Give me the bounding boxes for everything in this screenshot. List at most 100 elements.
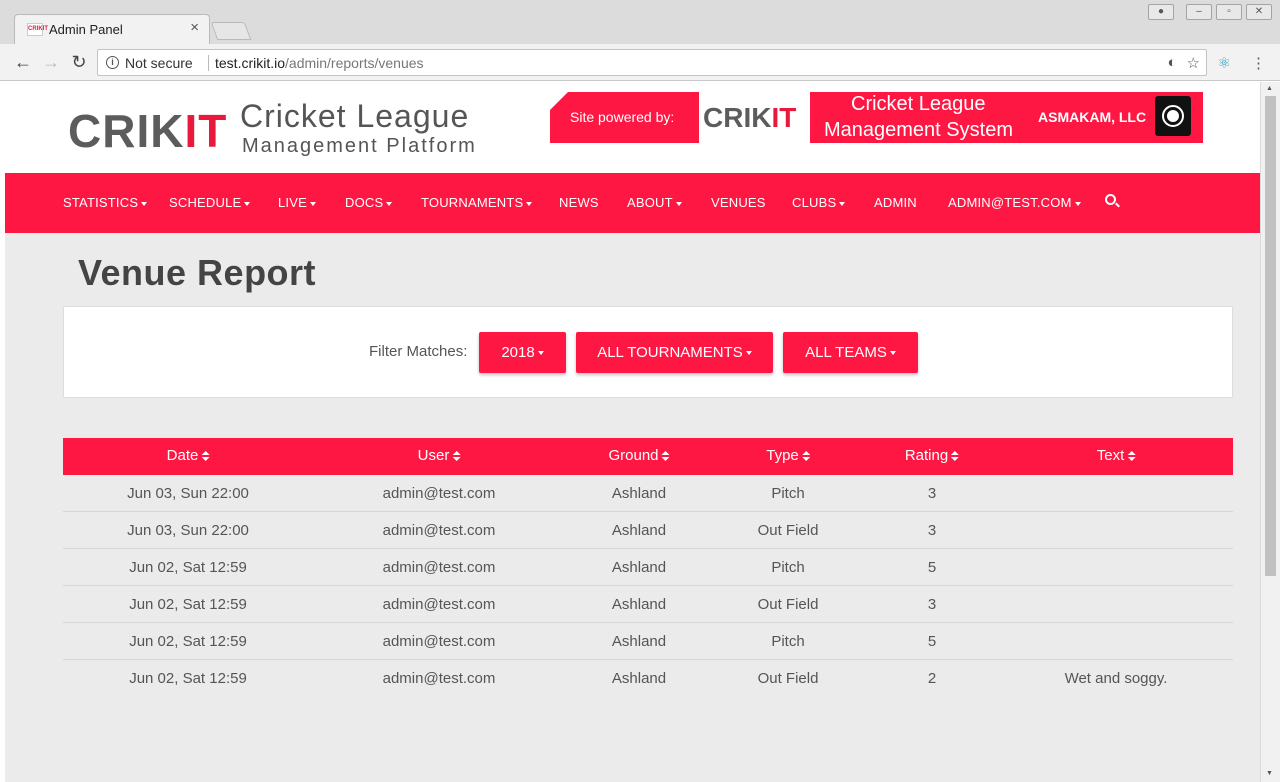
sort-icon [452,450,461,462]
chip-dot [1162,105,1184,127]
url-text[interactable]: test.crikit.io/admin/reports/venues [215,55,424,71]
scrollbar-thumb[interactable] [1265,96,1276,576]
banner-system-section: Cricket League Management System ASMAKAM… [810,92,1203,143]
caret-down-icon [889,351,896,356]
bookmark-star-icon[interactable]: ☆ [1187,54,1200,72]
nav-live[interactable]: LIVE [278,195,316,210]
cell-date: Jun 02, Sat 12:59 [129,596,247,613]
cell-user: admin@test.com [382,522,496,539]
info-icon[interactable]: i [106,56,119,69]
favicon-icon: CRIKIT [27,23,48,36]
caret-down-icon [537,351,544,356]
blocked-content-icon[interactable]: ◐ [1167,54,1176,72]
caret-down-icon [1074,201,1081,206]
security-label[interactable]: Not secure [125,55,193,71]
scroll-down-icon[interactable]: ▼ [1266,770,1273,777]
nav-statistics[interactable]: STATISTICS [63,195,148,210]
banner-logo-section: CRIKIT [699,92,810,143]
banner-line2: Management System [824,119,1013,141]
caret-down-icon [386,201,393,206]
cell-rating: 3 [927,485,937,502]
venue-report-table: Date User Ground Type Rating Text Jun 03… [63,438,1233,697]
caret-down-icon [309,201,316,206]
logo-title: Cricket League [240,98,470,134]
nav-news[interactable]: NEWS [559,195,599,210]
sort-icon [201,450,210,462]
omnibox-actions: ◐ ☆ [1167,54,1200,72]
cell-user: admin@test.com [382,596,496,613]
cell-type: Pitch [771,559,805,576]
chip-icon [1155,96,1191,136]
column-type[interactable]: Type [766,447,810,464]
page-scrollbar[interactable]: ▲ ▼ [1260,82,1280,782]
column-date[interactable]: Date [167,447,210,464]
cell-rating: 3 [927,596,937,613]
cell-date: Jun 03, Sun 22:00 [127,522,249,539]
nav-schedule[interactable]: SCHEDULE [169,195,251,210]
main-navbar: STATISTICS SCHEDULE LIVE DOCS TOURNAMENT… [5,173,1260,233]
powered-by-banner[interactable]: Site powered by: CRIKIT Cricket League M… [550,92,1203,143]
cell-ground: Ashland [611,559,667,576]
cell-ground: Ashland [611,485,667,502]
react-devtools-icon[interactable]: ⚛ [1218,54,1231,72]
logo-wordmark: CRIKIT [68,105,228,157]
cell-date: Jun 02, Sat 12:59 [129,559,247,576]
column-user[interactable]: User [418,447,461,464]
table-row: Jun 02, Sat 12:59 admin@test.com Ashland… [63,660,1233,697]
browser-tab[interactable]: CRIKIT Admin Panel × [14,14,210,44]
cell-type: Out Field [757,596,819,613]
logo-subtitle: Management Platform [242,135,477,157]
cell-ground: Ashland [611,670,667,687]
column-rating[interactable]: Rating [905,447,960,464]
sort-icon [1127,450,1136,462]
nav-about[interactable]: ABOUT [627,195,682,210]
nav-clubs[interactable]: CLUBS [792,195,846,210]
table-row: Jun 03, Sun 22:00 admin@test.com Ashland… [63,512,1233,549]
banner-logo: CRIKIT [703,102,797,133]
menu-kebab-icon[interactable]: ⋮ [1251,54,1266,72]
profile-icon[interactable]: ● [1148,4,1174,20]
year-filter-button[interactable]: 2018 [479,332,566,373]
page-viewport: CRIKIT Cricket League Management Platfor… [5,82,1260,782]
cell-date: Jun 02, Sat 12:59 [129,633,247,650]
sort-icon [951,450,960,462]
column-text[interactable]: Text [1097,447,1136,464]
nav-admin[interactable]: ADMIN [874,195,917,210]
cell-type: Pitch [771,485,805,502]
search-icon[interactable] [1105,194,1116,205]
site-header: CRIKIT Cricket League Management Platfor… [5,82,1260,173]
sort-icon [801,450,810,462]
cell-type: Pitch [771,633,805,650]
tab-close-icon[interactable]: × [190,20,199,36]
nav-venues[interactable]: VENUES [711,195,766,210]
caret-down-icon [244,201,251,206]
cell-rating: 3 [927,522,937,539]
caret-down-icon [141,201,148,206]
cell-ground: Ashland [611,596,667,613]
maximize-icon[interactable]: ▫ [1216,4,1242,20]
forward-icon[interactable]: → [40,51,62,73]
filter-panel: Filter Matches: 2018 ALL TOURNAMENTS ALL… [63,306,1233,398]
close-window-icon[interactable]: ✕ [1246,4,1272,20]
nav-account[interactable]: ADMIN@TEST.COM [948,195,1081,210]
banner-line1: Cricket League [851,93,986,115]
table-row: Jun 02, Sat 12:59 admin@test.com Ashland… [63,549,1233,586]
banner-powered-section: Site powered by: [550,92,699,143]
minimize-icon[interactable]: – [1186,4,1212,20]
new-tab-button[interactable] [210,22,252,40]
back-icon[interactable]: ← [12,51,34,73]
filter-label: Filter Matches: [369,343,468,360]
scroll-up-icon[interactable]: ▲ [1266,85,1273,92]
nav-tournaments[interactable]: TOURNAMENTS [421,195,533,210]
teams-filter-button[interactable]: ALL TEAMS [783,332,918,373]
extension-icons: ⚛ ⋮ [1218,54,1266,72]
crikit-logo[interactable]: CRIKIT Cricket League Management Platfor… [68,92,498,164]
column-ground[interactable]: Ground [608,447,670,464]
window-controls: ● – ▫ ✕ [1148,4,1272,20]
tournaments-filter-button[interactable]: ALL TOURNAMENTS [576,332,773,373]
reload-icon[interactable]: ↻ [68,51,90,73]
tab-title: Admin Panel [49,22,123,37]
address-bar[interactable]: i Not secure test.crikit.io/admin/report… [97,49,1207,76]
cell-user: admin@test.com [382,633,496,650]
nav-docs[interactable]: DOCS [345,195,393,210]
